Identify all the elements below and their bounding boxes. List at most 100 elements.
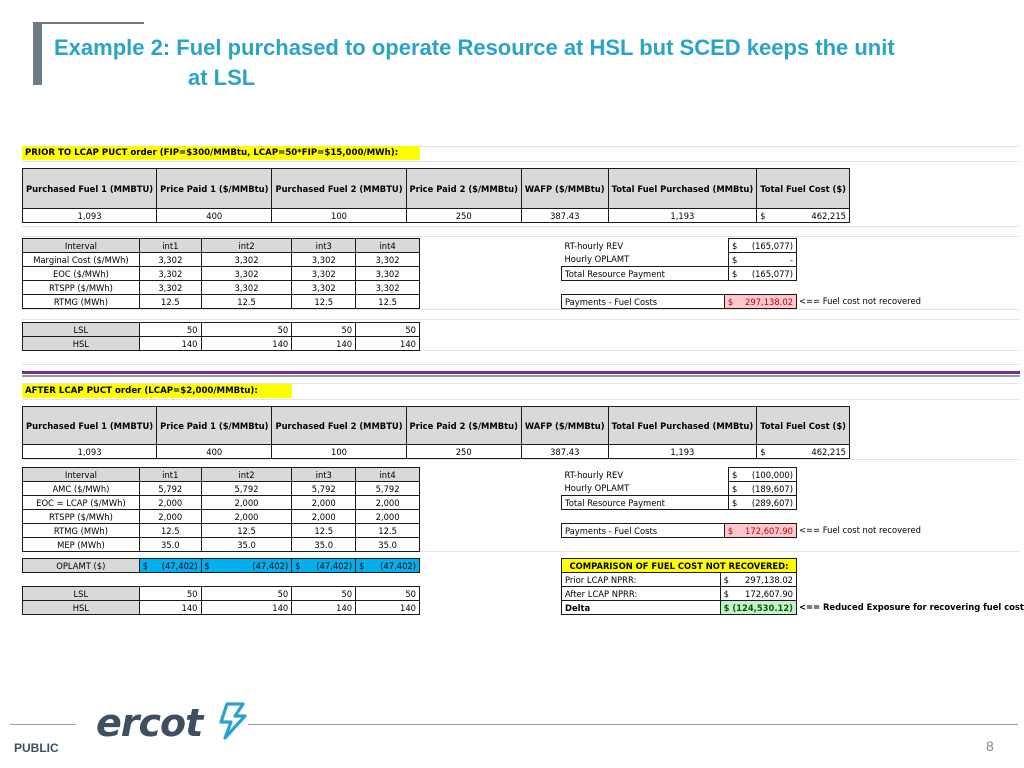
cell: 35.0	[355, 537, 420, 552]
oplamt-int3: $ (47,402)	[291, 558, 357, 573]
cell: 3,302	[138, 252, 202, 267]
prior-interval-int2: int2	[200, 238, 293, 253]
cell: 140	[291, 336, 357, 351]
after-val-purchased-fuel-1: 1,093	[21, 444, 158, 459]
cell: 50	[200, 586, 293, 601]
page-number: 8	[986, 738, 994, 754]
table-row: Hourly OPLAMT $ -	[562, 252, 797, 267]
cell: 3,302	[355, 266, 420, 281]
currency: $	[719, 572, 739, 587]
cell: 3,302	[200, 252, 293, 267]
prior-interval-int3: int3	[291, 238, 357, 253]
cell: 140	[355, 600, 420, 615]
cell: 140	[291, 600, 357, 615]
prior-hdr-price-paid-1: Price Paid 1 ($/MMBtu)	[156, 168, 273, 209]
after-hdr-total-fuel-purchased: Total Fuel Purchased (MMBtu)	[607, 406, 758, 445]
table-row: LSL 50 50 50 50	[22, 586, 420, 601]
currency: $	[728, 481, 747, 496]
row-label: After LCAP NPRR:	[561, 586, 721, 601]
cell: 12.5	[138, 523, 202, 538]
title-accent-top	[37, 22, 144, 24]
cell: 12.5	[200, 294, 293, 309]
cell: (165,077)	[746, 266, 797, 281]
cell: 3,302	[138, 266, 202, 281]
table-row: Delta $ (124,530.12)	[561, 600, 798, 615]
after-hdr-purchased-fuel-2: Purchased Fuel 2 (MMBTU)	[271, 406, 407, 445]
cell: 2,000	[291, 509, 357, 524]
table-row: LSL 50 50 50 50	[22, 322, 420, 337]
cell: 140	[138, 336, 202, 351]
prior-summary-table: RT-hourly REV $ (165,077) Hourly OPLAMT …	[561, 238, 797, 281]
comparison-table: COMPARISON OF FUEL COST NOT RECOVERED: P…	[561, 558, 798, 615]
after-val-cost-currency: $	[756, 444, 775, 459]
row-label: Total Resource Payment	[561, 266, 729, 281]
after-interval-int3: int3	[291, 467, 357, 482]
after-fuel-costs-table: Payments - Fuel Costs $ 172,607.90	[561, 523, 798, 538]
cell: 3,302	[200, 280, 293, 295]
prior-val-purchased-fuel-2: 100	[271, 208, 407, 223]
prior-fuel-table: Purchased Fuel 1 (MMBTU) Price Paid 1 ($…	[21, 168, 850, 223]
prior-val-price-paid-2: 250	[405, 208, 522, 223]
table-row: Marginal Cost ($/MWh) 3,302 3,302 3,302 …	[22, 252, 420, 267]
table-row: RTMG (MWh) 12.5 12.5 12.5 12.5	[22, 523, 420, 538]
cell: 3,302	[138, 280, 202, 295]
after-interval-int4: int4	[355, 467, 420, 482]
cell: 172,607.90	[738, 586, 798, 601]
cell: 3,302	[291, 266, 357, 281]
oplamt-int4: $ (47,402)	[355, 558, 420, 573]
row-label: LSL	[22, 322, 140, 337]
table-row: Hourly OPLAMT $ (189,607)	[562, 481, 797, 496]
delta-value: $ (124,530.12)	[719, 600, 798, 615]
cell: 2,000	[355, 495, 420, 510]
prior-val-wafp: 387.43	[520, 208, 609, 223]
table-row: RTSPP ($/MWh) 2,000 2,000 2,000 2,000	[22, 509, 420, 524]
cell: -	[746, 252, 797, 267]
prior-interval-int1: int1	[138, 238, 202, 253]
table-row: EOC = LCAP ($/MWh) 2,000 2,000 2,000 2,0…	[22, 495, 420, 510]
cell: 35.0	[291, 537, 357, 552]
row-label: Hourly OPLAMT	[564, 254, 630, 265]
row-label: Marginal Cost ($/MWh)	[22, 252, 140, 267]
prior-hdr-total-fuel-purchased: Total Fuel Purchased (MMBtu)	[607, 168, 758, 209]
section-divider	[22, 371, 1020, 374]
table-row: AMC ($/MWh) 5,792 5,792 5,792 5,792	[22, 481, 420, 496]
table-row: RTSPP ($/MWh) 3,302 3,302 3,302 3,302	[22, 280, 420, 295]
cell: 12.5	[291, 294, 357, 309]
cell: 35.0	[200, 537, 293, 552]
row-label: EOC ($/MWh)	[22, 266, 140, 281]
cell: 2,000	[200, 509, 293, 524]
row-label: EOC = LCAP ($/MWh)	[22, 495, 140, 510]
oplamt-int1: $ (47,402)	[138, 558, 202, 573]
cell: 5,792	[291, 481, 357, 496]
lightning-bolt-icon	[218, 702, 247, 740]
table-row: Payments - Fuel Costs $ 297,138.02	[561, 294, 798, 309]
currency: $	[728, 252, 747, 267]
cell: 140	[138, 600, 202, 615]
after-summary-table: RT-hourly REV $ (100,000) Hourly OPLAMT …	[561, 467, 797, 510]
cell: 5,792	[138, 481, 202, 496]
cell: 50	[291, 322, 357, 337]
cell: 3,302	[291, 280, 357, 295]
prior-interval-int4: int4	[355, 238, 420, 253]
after-hdr-price-paid-2: Price Paid 2 ($/MMBtu)	[405, 406, 522, 445]
table-row: RT-hourly REV $ (165,077)	[562, 238, 797, 253]
cell: 3,302	[355, 252, 420, 267]
cell: 50	[291, 586, 357, 601]
currency: $	[728, 266, 747, 281]
logo-text: ercot	[96, 701, 203, 745]
cell: 50	[138, 322, 202, 337]
after-lsl-hsl-table: LSL 50 50 50 50 HSL 140 140 140 140	[22, 586, 420, 615]
cell: 140	[355, 336, 420, 351]
slide-title-line1: Example 2: Fuel purchased to operate Res…	[54, 35, 895, 60]
prior-fuel-costs-table: Payments - Fuel Costs $ 297,138.02	[561, 294, 798, 309]
prior-val-price-paid-1: 400	[156, 208, 273, 223]
table-row: Total Resource Payment $ (289,607)	[561, 495, 797, 510]
currency: $	[728, 238, 747, 253]
prior-hdr-total-fuel-cost: Total Fuel Cost ($)	[756, 168, 850, 209]
cell: 3,302	[200, 266, 293, 281]
currency: $	[728, 495, 747, 510]
after-interval-table: Interval int1 int2 int3 int4 AMC ($/MWh)…	[22, 467, 420, 552]
table-row: HSL 140 140 140 140	[22, 336, 420, 351]
cell: 3,302	[291, 252, 357, 267]
footer-rule-right	[248, 724, 1018, 725]
